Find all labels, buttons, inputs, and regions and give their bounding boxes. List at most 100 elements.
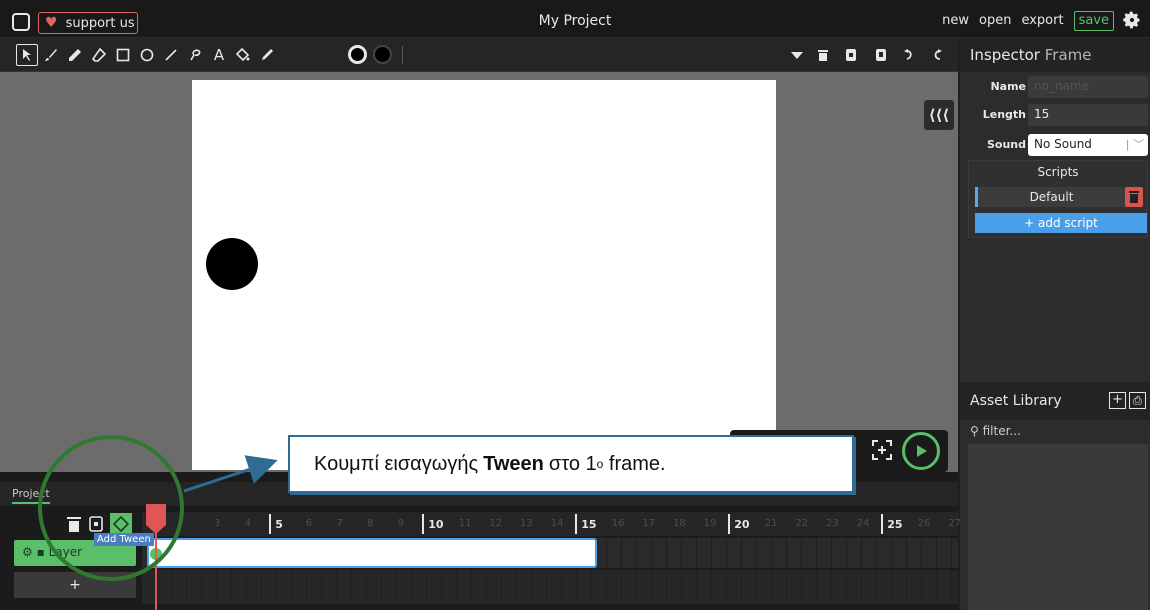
length-label: Length [982,108,1026,121]
inspector-panel: Inspector Frame Name no_name Length 15 S… [960,38,1150,610]
frame-number[interactable]: 19 [704,518,717,529]
brush-icon[interactable] [40,44,62,66]
redo-icon[interactable] [926,44,948,66]
frame-number[interactable]: 17 [642,518,655,529]
fill-color-swatch[interactable] [348,45,367,64]
file-menu: new open export save [942,11,1114,31]
length-input[interactable]: 15 [1028,104,1148,126]
frame-number[interactable]: 18 [673,518,686,529]
open-button[interactable]: open [979,13,1011,31]
recenter-icon[interactable] [870,438,894,462]
cursor-icon[interactable] [16,44,38,66]
delete-script-button[interactable] [1125,187,1143,207]
drawing-toolbar: A [0,38,958,72]
lasso-icon[interactable] [184,44,206,66]
copy-icon[interactable] [840,44,862,66]
annotation-callout: Κουμπί εισαγωγής Tween στο 1ο frame. [288,435,854,493]
line-icon[interactable] [160,44,182,66]
name-row: Name no_name [960,76,1150,98]
frame-number[interactable]: 9 [398,518,404,529]
pencil-icon[interactable] [64,44,86,66]
inspector-title: Inspector [970,46,1040,64]
triangle-down-icon[interactable] [786,44,808,66]
lock-icon[interactable]: ▪ [37,545,45,559]
frame-number[interactable]: 4 [245,518,251,529]
canvas-area[interactable]: ⟨⟨⟨ [0,72,958,472]
default-script-item[interactable]: Default [975,187,1125,207]
ellipse-icon[interactable] [136,44,158,66]
frame-number[interactable]: 13 [520,518,533,529]
text-icon[interactable]: A [208,44,230,66]
fill-bucket-icon[interactable] [232,44,254,66]
frame-number[interactable]: 8 [367,518,373,529]
frame-number[interactable]: 22 [795,518,808,529]
asset-library-title: Asset Library [970,393,1062,409]
save-button[interactable]: save [1073,11,1114,31]
frame-number[interactable]: 24 [857,518,870,529]
stroke-color-swatch[interactable] [373,45,392,64]
name-label: Name [990,80,1026,93]
asset-filter-input[interactable]: ⚲ filter... [970,424,1021,438]
inspector-subtitle: Frame [1044,46,1092,64]
scripts-title: Scripts [1037,165,1079,179]
callout-superscript: ο [596,457,604,471]
frame-number[interactable]: 23 [826,518,839,529]
frame-number[interactable]: 25 [881,514,903,534]
circle-shape[interactable] [206,238,258,290]
rectangle-icon[interactable] [112,44,134,66]
chevron-down-icon: | ﹀ [1125,138,1144,151]
stage[interactable] [192,80,776,470]
frame-number[interactable]: 7 [336,518,342,529]
callout-text-before: Κουμπί εισαγωγής [314,452,479,475]
callout-text-after: στο 1 [548,452,597,475]
frame-number[interactable]: 15 [575,514,597,534]
trash-icon [1129,191,1139,203]
asset-list[interactable] [968,444,1148,610]
callout-text-end: frame. [608,452,666,475]
eyedropper-icon[interactable] [256,44,278,66]
empty-frame-track[interactable] [142,570,958,604]
sound-row: Sound No Sound | ﹀ [960,134,1150,156]
collapse-panel-icon[interactable]: ⟨⟨⟨ [924,100,954,130]
asset-library-header: Asset Library + ⎙ [960,382,1150,420]
gear-icon[interactable] [1122,10,1142,30]
frame-number[interactable]: 3 [214,518,220,529]
visibility-icon[interactable]: ⚙ [22,545,33,559]
inspector-header: Inspector Frame [960,38,1150,72]
add-script-button[interactable]: + add script [975,213,1147,233]
frame-span[interactable] [147,538,597,568]
frame-number[interactable]: 16 [612,518,625,529]
frame-number[interactable]: 5 [269,514,283,534]
highlight-circle [38,435,184,581]
sound-select[interactable]: No Sound | ﹀ [1028,134,1148,156]
add-asset-button[interactable]: + [1109,392,1126,409]
name-input[interactable]: no_name [1028,76,1148,98]
toolbar-divider [402,46,403,64]
frame-number[interactable]: 10 [422,514,444,534]
import-icon[interactable]: ⎙ [1129,392,1146,409]
frame-number[interactable]: 21 [765,518,778,529]
frame-number[interactable]: 26 [918,518,931,529]
frame-number[interactable]: 11 [459,518,472,529]
support-us-button[interactable]: ♥ support us [38,12,138,34]
support-label: support us [65,15,135,31]
play-icon [917,445,927,457]
frame-number[interactable]: 27 [948,518,961,529]
frame-number[interactable]: 12 [489,518,502,529]
frame-number[interactable]: 20 [728,514,750,534]
paste-icon[interactable] [870,44,892,66]
trash-icon[interactable] [812,44,834,66]
callout-bold: Tween [483,452,544,475]
frame-number-header[interactable]: 3 4 5 6 7 8 9 10 11 12 13 14 15 16 17 18 19 20 21 22 23 24 25 2… [142,512,961,536]
frame-number[interactable]: 6 [306,518,312,529]
play-button[interactable] [902,432,940,470]
new-button[interactable]: new [942,13,969,31]
sound-label: Sound [986,138,1026,151]
frame-number[interactable]: 14 [551,518,564,529]
top-bar: ♥ support us My Project new open export … [0,0,1150,38]
export-button[interactable]: export [1021,13,1063,31]
eraser-icon[interactable] [88,44,110,66]
logo-icon[interactable] [12,13,30,31]
scripts-section: Scripts Default + add script [968,160,1148,238]
undo-icon[interactable] [898,44,920,66]
